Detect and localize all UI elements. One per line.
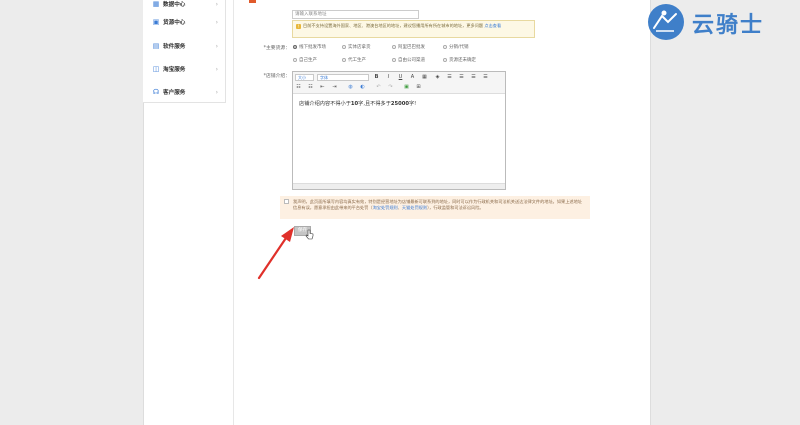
sidebar-item-label: 客户服务 <box>163 90 186 96</box>
radio-label: 线下批发市场 <box>299 45 326 50</box>
rich-text-editor: 大小 字体 B I U A ▦ ◈ ☰ ☰ ☰ ☰ ☷ ☷ ⇤ ⇥ ◍ ◐ ↶ … <box>292 71 506 190</box>
warning-icon: ! <box>296 24 301 29</box>
font-size-select[interactable]: 大小 <box>295 74 314 81</box>
disclaimer-box: 我声明，此页面所填写内容均真实有效，特别是经营地址为店铺最新可联系到的地址，同时… <box>280 196 590 219</box>
support-icon: ☊ <box>152 88 160 96</box>
editor-resize-bar[interactable] <box>293 183 505 189</box>
chevron-right-icon: › <box>215 65 218 73</box>
editor-toolbar: 大小 字体 B I U A ▦ ◈ ☰ ☰ ☰ ☰ ☷ ☷ ⇤ ⇥ ◍ ◐ ↶ … <box>293 72 505 94</box>
taobao-icon: ◫ <box>152 65 160 73</box>
underline-icon[interactable]: U <box>397 74 404 81</box>
radio-wholesale-market[interactable]: 线下批发市场 <box>293 44 326 50</box>
align-left-icon[interactable]: ☰ <box>446 74 453 81</box>
chevron-right-icon: › <box>215 0 218 8</box>
required-flag-icon <box>249 0 256 3</box>
image-icon[interactable]: ▣ <box>403 84 410 91</box>
radio-company-channel[interactable]: 自由公司渠道 <box>392 57 425 63</box>
radio-label: 货源还未确定 <box>449 58 476 63</box>
radio-dot-icon <box>293 45 297 49</box>
radio-label: 代工生产 <box>348 58 366 63</box>
align-right-icon[interactable]: ☰ <box>470 74 477 81</box>
align-justify-icon[interactable]: ☰ <box>482 74 489 81</box>
unordered-list-icon[interactable]: ☷ <box>307 84 314 91</box>
redo-icon[interactable]: ↷ <box>387 84 394 91</box>
sidebar-item-label: 软件服务 <box>163 44 186 50</box>
radio-store-pickup[interactable]: 实体店拿货 <box>342 44 371 50</box>
radio-dot-icon <box>443 45 447 49</box>
editor-text: 字! <box>408 101 417 107</box>
radio-alibaba[interactable]: 阿里巴巴批发 <box>392 44 425 50</box>
chevron-right-icon: › <box>215 42 218 50</box>
chevron-right-icon: › <box>215 88 218 96</box>
shop-intro-label: *店铺介绍： <box>263 74 290 79</box>
outdent-icon[interactable]: ⇤ <box>319 84 326 91</box>
radio-oem[interactable]: 代工生产 <box>342 57 366 63</box>
highlight-icon[interactable]: ◈ <box>434 74 441 81</box>
italic-icon[interactable]: I <box>385 74 392 81</box>
grid-icon: ▤ <box>152 42 160 50</box>
address-input[interactable]: 请输入联系地址 <box>292 10 419 19</box>
divider <box>233 0 234 425</box>
annotation-arrow-icon <box>257 227 294 280</box>
sidebar: ▦ 数据中心 › ▣ 货源中心 › ▤ 软件服务 › ◫ 淘宝服务 › ☊ 客户… <box>143 0 226 103</box>
taobao-rules-link[interactable]: 淘宝处罚规则 <box>373 205 398 210</box>
sidebar-item-customer-service[interactable]: ☊ 客户服务 › <box>143 81 226 103</box>
editor-max-value: 25000 <box>390 101 409 107</box>
radio-label: 分销/代销 <box>449 45 469 50</box>
address-notice: ! 目前不支持设置海外国家、地区、港澳台地区的地址，建议您播用所有所在城市的地址… <box>292 20 535 38</box>
text-color-icon[interactable]: ▦ <box>421 74 428 81</box>
radio-label: 实体店拿货 <box>348 45 371 50</box>
undo-icon[interactable]: ↶ <box>375 84 382 91</box>
sidebar-item-label: 货源中心 <box>163 20 186 26</box>
table-icon[interactable]: ⊞ <box>415 84 422 91</box>
editor-content[interactable]: 店铺介绍内容不得小于10字,且不得多于25000字! <box>299 100 416 107</box>
radio-label: 阿里巴巴批发 <box>398 45 425 50</box>
source-code-icon[interactable]: ◐ <box>359 84 366 91</box>
align-center-icon[interactable]: ☰ <box>458 74 465 81</box>
sidebar-item-taobao-service[interactable]: ◫ 淘宝服务 › <box>143 58 226 80</box>
main-source-label: *主要货源： <box>263 46 290 51</box>
radio-dot-icon <box>342 58 346 62</box>
sidebar-item-label: 数据中心 <box>163 2 186 8</box>
radio-dot-icon <box>342 45 346 49</box>
tmall-rules-link[interactable]: 天猫处罚规则 <box>402 205 427 210</box>
radio-dot-icon <box>443 58 447 62</box>
radio-dot-icon <box>392 45 396 49</box>
radio-distribution[interactable]: 分销/代销 <box>443 44 469 50</box>
mouse-cursor-icon <box>305 229 314 240</box>
ordered-list-icon[interactable]: ☷ <box>295 84 302 91</box>
sidebar-item-label: 淘宝服务 <box>163 67 186 73</box>
box-icon: ▣ <box>152 18 160 26</box>
brand-logo-text: 云骑士 <box>692 13 765 38</box>
indent-icon[interactable]: ⇥ <box>331 84 338 91</box>
link-icon[interactable]: ◍ <box>347 84 354 91</box>
sidebar-item-software-service[interactable]: ▤ 软件服务 › <box>143 35 226 57</box>
disclaimer-text: ），行政监管和司法诉讼风险。 <box>427 205 484 210</box>
font-family-select[interactable]: 字体 <box>317 74 369 81</box>
agree-checkbox[interactable] <box>284 199 289 204</box>
editor-text: 字,且不得多于 <box>358 101 391 107</box>
notice-text: 目前不支持设置海外国家、地区、港澳台地区的地址，建议您播用所有所在城市的地址，更… <box>303 23 484 28</box>
bold-icon[interactable]: B <box>373 74 380 81</box>
chevron-right-icon: › <box>215 18 218 26</box>
radio-label: 自由公司渠道 <box>398 58 425 63</box>
radio-dot-icon <box>293 58 297 62</box>
radio-label: 自己生产 <box>299 58 317 63</box>
notice-link[interactable]: 点击查看 <box>484 23 501 28</box>
radio-self-produce[interactable]: 自己生产 <box>293 57 317 63</box>
editor-text: 店铺介绍内容不得小于 <box>299 101 351 107</box>
strikethrough-icon[interactable]: A <box>409 74 416 81</box>
radio-dot-icon <box>392 58 396 62</box>
sidebar-item-source-center[interactable]: ▣ 货源中心 › <box>143 11 226 33</box>
chart-icon: ▦ <box>152 0 160 8</box>
radio-undecided[interactable]: 货源还未确定 <box>443 57 476 63</box>
